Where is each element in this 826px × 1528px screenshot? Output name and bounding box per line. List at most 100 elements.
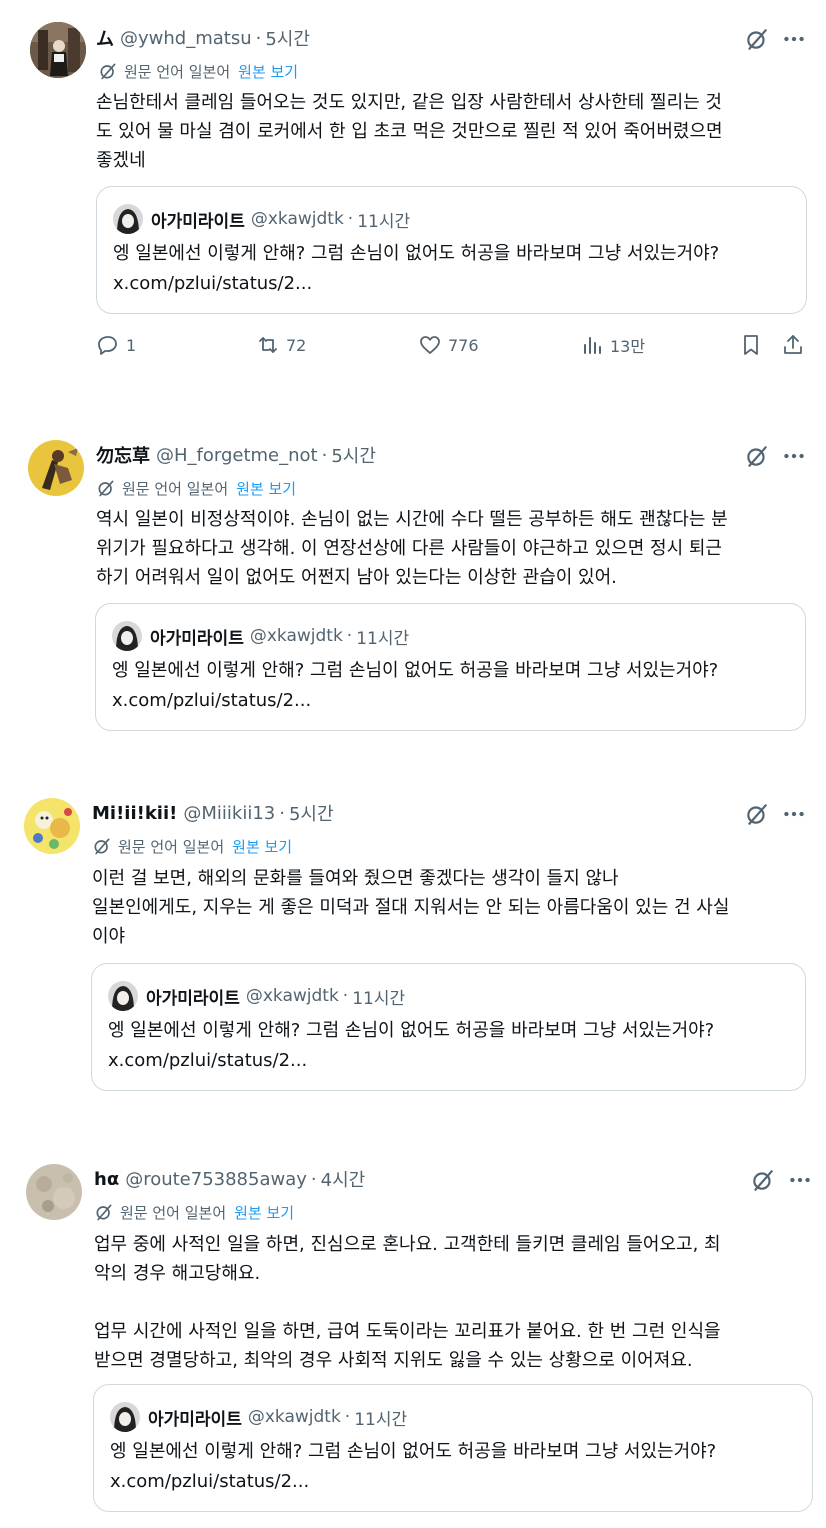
translation-label: 원문 언어 일본어 (118, 837, 225, 856)
tweet-text: 손님한테서 클레임 들어오는 것도 있지만, 같은 입장 사람한테서 상사한테 … (96, 92, 723, 171)
user-handle[interactable]: @H_forgetme_not (156, 445, 318, 466)
quote-avatar (112, 621, 142, 651)
quote-display-name: 아가미라이트 (148, 1409, 242, 1430)
quote-tweet[interactable]: 아가미라이트 @xkawjdtk · 11시간 엥 일본에선 이렇게 안해? 그… (96, 186, 807, 314)
quote-tweet[interactable]: 아가미라이트 @xkawjdtk · 11시간 엥 일본에선 이렇게 안해? 그… (93, 1384, 813, 1512)
more-icon[interactable] (781, 801, 807, 827)
quote-timestamp: 11시간 (354, 1409, 408, 1430)
show-original-link[interactable]: 원본 보기 (238, 61, 298, 82)
quote-text-line: 엥 일본에선 이렇게 안해? 그럼 손님이 없어도 허공을 바라보며 그냥 서있… (113, 243, 720, 264)
user-handle[interactable]: @ywhd_matsu (120, 28, 252, 49)
bookmark-icon (744, 335, 758, 355)
timestamp[interactable]: 5시간 (289, 800, 334, 826)
quote-display-name: 아가미라이트 (151, 211, 245, 232)
tweet[interactable]: Mi!ii!kii! @Miiikii13 · 5시간 원문 언어 일본어 원본… (0, 778, 826, 1108)
quote-timestamp: 11시간 (352, 988, 406, 1009)
separator-dot: · (346, 626, 353, 646)
user-handle[interactable]: @route753885away (125, 1169, 307, 1190)
quote-link[interactable]: x.com/pzlui/status/2... (108, 1046, 714, 1076)
quote-handle: @xkawjdtk (247, 1407, 341, 1427)
show-original-link[interactable]: 원본 보기 (236, 478, 296, 499)
translation-info: 원문 언어 일본어 원본 보기 (92, 834, 292, 858)
translation-label: 원문 언어 일본어 (122, 479, 229, 498)
avatar[interactable] (24, 798, 80, 854)
quote-text: 엥 일본에선 이렇게 안해? 그럼 손님이 없어도 허공을 바라보며 그냥 서있… (110, 1437, 716, 1497)
quote-link[interactable]: x.com/pzlui/status/2... (110, 1467, 716, 1497)
timestamp[interactable]: 5시간 (265, 25, 310, 51)
quote-header: 아가미라이트 @xkawjdtk · 11시간 (112, 620, 409, 652)
avatar[interactable] (28, 440, 84, 496)
quote-handle: @xkawjdtk (249, 626, 343, 646)
translation-info: 원문 언어 일본어 원본 보기 (98, 59, 298, 83)
views-count: 13만 (610, 337, 646, 356)
heart-icon (420, 336, 440, 354)
translate-icon (100, 63, 116, 80)
action-bar: 1 72 776 13만 (96, 330, 812, 360)
quote-tweet[interactable]: 아가미라이트 @xkawjdtk · 11시간 엥 일본에선 이렇게 안해? 그… (95, 603, 806, 731)
quote-text-line: 엥 일본에선 이렇게 안해? 그럼 손님이 없어도 허공을 바라보며 그냥 서있… (110, 1441, 717, 1462)
separator-dot: · (344, 1407, 351, 1427)
tweet[interactable]: hα @route753885away · 4시간 원문 언어 일본어 원본 보… (0, 1144, 826, 1528)
reply-button[interactable]: 1 (96, 330, 136, 360)
quote-handle: @xkawjdtk (250, 209, 344, 229)
grok-icon[interactable] (744, 801, 770, 827)
show-original-link[interactable]: 원본 보기 (234, 1202, 294, 1223)
retweet-icon (259, 337, 277, 353)
more-icon[interactable] (787, 1167, 813, 1193)
translation-info: 원문 언어 일본어 원본 보기 (96, 476, 296, 500)
display-name[interactable]: 勿忘草 (96, 442, 150, 468)
quote-link[interactable]: x.com/pzlui/status/2... (112, 686, 718, 716)
reply-icon (98, 336, 117, 355)
grok-icon[interactable] (750, 1167, 776, 1193)
quote-display-name: 아가미라이트 (150, 628, 244, 649)
quote-header: 아가미라이트 @xkawjdtk · 11시간 (113, 203, 410, 235)
quote-header: 아가미라이트 @xkawjdtk · 11시간 (110, 1401, 407, 1433)
quote-avatar (110, 1402, 140, 1432)
share-button[interactable] (781, 330, 811, 360)
grok-icon[interactable] (744, 443, 770, 469)
quote-link[interactable]: x.com/pzlui/status/2... (113, 269, 719, 299)
avatar[interactable] (26, 1164, 82, 1220)
user-handle[interactable]: @Miiikii13 (183, 803, 275, 824)
more-icon[interactable] (781, 443, 807, 469)
quote-header: 아가미라이트 @xkawjdtk · 11시간 (108, 980, 405, 1012)
separator-dot: · (255, 27, 262, 49)
separator-dot: · (310, 1168, 317, 1190)
quote-tweet[interactable]: 아가미라이트 @xkawjdtk · 11시간 엥 일본에선 이렇게 안해? 그… (91, 963, 806, 1091)
more-icon[interactable] (781, 26, 807, 52)
translation-label: 원문 언어 일본어 (124, 62, 231, 81)
tweet[interactable]: 勿忘草 @H_forgetme_not · 5시간 원문 언어 일본어 원본 보… (0, 420, 826, 750)
retweet-count: 72 (286, 335, 307, 355)
quote-text: 엥 일본에선 이렇게 안해? 그럼 손님이 없어도 허공을 바라보며 그냥 서있… (113, 239, 719, 299)
quote-text-line: 엥 일본에선 이렇게 안해? 그럼 손님이 없어도 허공을 바라보며 그냥 서있… (108, 1020, 715, 1041)
like-count: 776 (448, 335, 479, 355)
separator-dot: · (321, 444, 328, 466)
views-button[interactable]: 13만 (580, 330, 645, 360)
tweet-header: ム @ywhd_matsu · 5시간 (96, 25, 310, 51)
like-button[interactable]: 776 (418, 330, 479, 360)
translate-icon (96, 1204, 112, 1221)
quote-timestamp: 11시간 (356, 628, 410, 649)
avatar[interactable] (30, 22, 86, 78)
display-name[interactable]: Mi!ii!kii! (92, 803, 177, 824)
bookmark-button[interactable] (739, 330, 769, 360)
translation-label: 원문 언어 일본어 (120, 1203, 227, 1222)
display-name[interactable]: ム (96, 25, 114, 51)
tweet-header: Mi!ii!kii! @Miiikii13 · 5시간 (92, 800, 334, 826)
views-icon (584, 337, 601, 354)
grok-icon[interactable] (744, 26, 770, 52)
quote-text-line: 엥 일본에선 이렇게 안해? 그럼 손님이 없어도 허공을 바라보며 그냥 서있… (112, 660, 719, 681)
display-name[interactable]: hα (94, 1169, 119, 1190)
timestamp[interactable]: 4시간 (321, 1166, 366, 1192)
tweet-text: 이런 걸 보면, 해외의 문화를 들여와 줬으면 좋겠다는 생각이 들지 않나 … (92, 868, 730, 947)
timestamp[interactable]: 5시간 (331, 442, 376, 468)
show-original-link[interactable]: 원본 보기 (232, 836, 292, 857)
quote-text: 엥 일본에선 이렇게 안해? 그럼 손님이 없어도 허공을 바라보며 그냥 서있… (108, 1016, 714, 1076)
share-icon (784, 335, 802, 354)
translate-icon (98, 480, 114, 497)
tweet[interactable]: ム @ywhd_matsu · 5시간 원문 언어 일본어 원본 보기 손님한테… (0, 0, 826, 390)
tweet-header: hα @route753885away · 4시간 (94, 1166, 365, 1192)
separator-dot: · (347, 209, 354, 229)
retweet-button[interactable]: 72 (256, 330, 306, 360)
translation-info: 원문 언어 일본어 원본 보기 (94, 1200, 294, 1224)
